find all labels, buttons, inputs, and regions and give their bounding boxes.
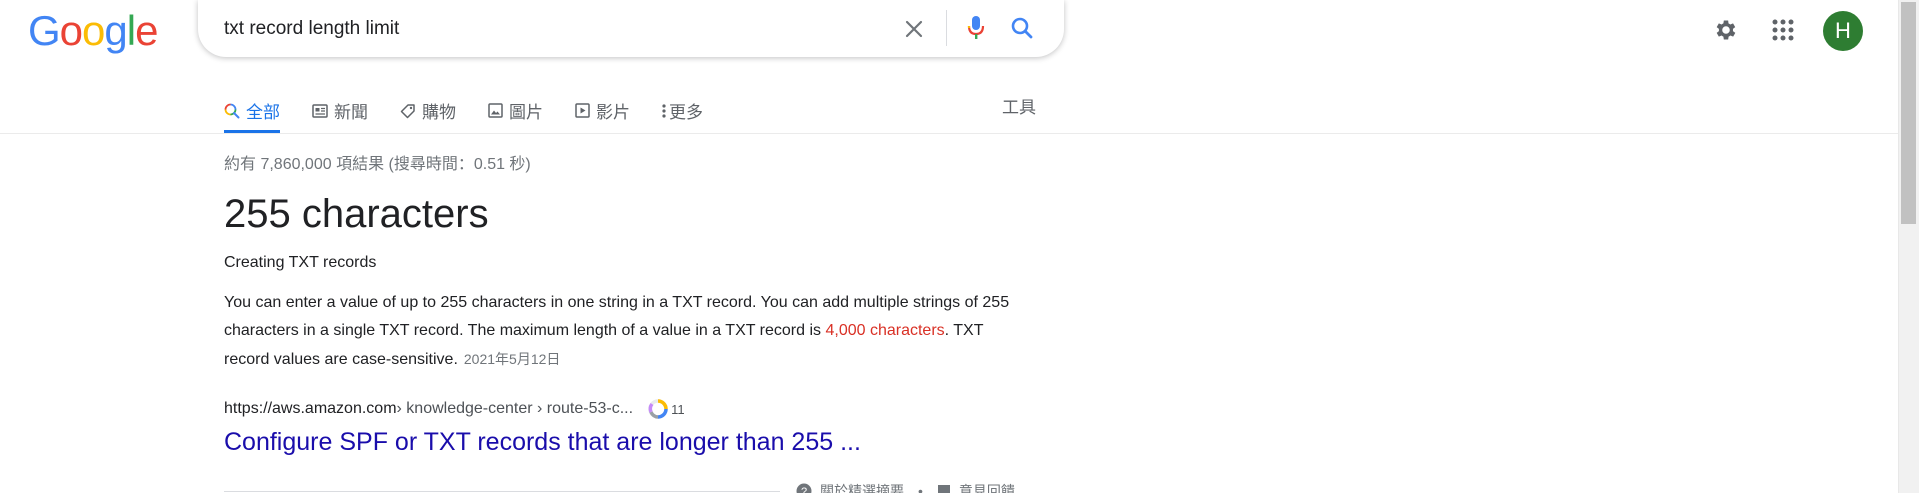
tab-all[interactable]: 全部 [224,88,280,133]
logo-letter: o [59,7,83,54]
snippet-heading: Creating TXT records [224,254,377,271]
settings-gear-icon[interactable] [1710,14,1742,46]
snippet-highlight: 4,000 characters [825,322,945,339]
search-icon[interactable] [1006,12,1038,44]
news-icon [312,103,328,118]
snippet-date: 2021年5月12日 [463,351,561,367]
tab-images[interactable]: 圖片 [488,88,543,133]
google-logo[interactable]: Google [28,7,158,54]
result-stats: 約有 7,860,000 項結果 (搜尋時間：0.51 秒) [224,156,531,173]
search-box [198,0,1064,57]
image-icon [488,103,503,118]
tab-shopping[interactable]: 購物 [400,88,456,133]
tabs-divider [0,133,1898,134]
tab-news[interactable]: 新聞 [312,88,368,133]
logo-letter: e [135,7,158,54]
result-cite[interactable]: https://aws.amazon.com › knowledge-cente… [224,398,685,420]
cite-domain: https://aws.amazon.com [224,400,397,417]
ring-icon [647,398,669,420]
tab-label: 全部 [246,103,280,122]
tab-label: 影片 [596,103,630,122]
account-avatar[interactable]: H [1823,11,1863,51]
video-icon [575,103,590,118]
separator-dot: • [918,483,923,493]
tools-label: 工具 [1002,97,1036,117]
result-title-link[interactable]: Configure SPF or TXT records that are lo… [224,428,861,457]
about-row: ? 關於精選摘要 • 意見回饋 [796,481,1015,493]
snippet-text: You can enter a value of up to 255 chara… [224,289,1024,374]
more-vert-icon [662,103,666,119]
tab-label: 新聞 [334,103,368,122]
microphone-icon[interactable] [960,12,992,44]
search-tabs: 全部 新聞 購物 圖片 影片 更多 [224,88,735,133]
search-divider [946,10,947,46]
tab-label: 購物 [422,103,456,122]
logo-letter: g [104,7,127,54]
clear-icon[interactable] [899,14,929,44]
search-input[interactable] [224,13,864,45]
logo-letter: o [82,7,105,54]
tag-icon [400,103,416,119]
tab-more[interactable]: 更多 [662,88,703,133]
help-icon[interactable]: ? [796,483,812,493]
apps-grid-icon[interactable] [1767,14,1799,46]
scrollbar-thumb[interactable] [1901,2,1916,224]
tools-button[interactable]: 工具 [1002,88,1036,122]
logo-letter: l [126,7,136,54]
tab-label: 更多 [669,103,703,122]
tab-label: 圖片 [509,103,543,122]
tab-videos[interactable]: 影片 [575,88,630,133]
about-snippet-link[interactable]: 關於精選摘要 [820,481,904,493]
avatar-initial: H [1835,18,1851,43]
feedback-link[interactable]: 意見回饋 [959,481,1015,493]
cite-count: 11 [671,401,685,417]
svg-text:?: ? [801,486,807,493]
result-divider [224,491,780,492]
search-icon [224,103,240,119]
featured-answer: 255 characters [224,192,489,236]
feedback-icon[interactable] [937,484,951,493]
cite-breadcrumb: › knowledge-center › route-53-c... [396,400,634,417]
logo-letter: G [28,7,61,54]
